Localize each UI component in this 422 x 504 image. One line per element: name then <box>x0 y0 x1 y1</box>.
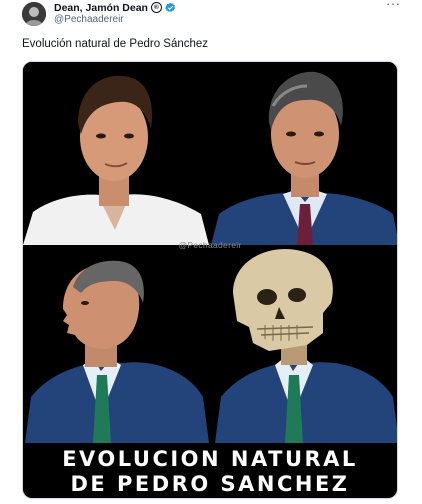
panel-young-portrait <box>23 62 209 245</box>
panel-older-portrait <box>211 62 397 245</box>
caption-line-2: DE PEDRO SANCHEZ <box>70 472 350 496</box>
panel-profile-view <box>23 247 209 443</box>
profile-photo-avatar-icon <box>22 2 46 26</box>
caption-line-1: EVOLUCION NATURAL <box>62 447 358 471</box>
panel-skull-head <box>211 247 397 443</box>
registered-badge-icon: ® <box>150 2 162 13</box>
tweet-text: Evolución natural de Pedro Sánchez <box>22 38 209 50</box>
image-watermark: @Pechaadereir <box>178 240 242 250</box>
author-handle[interactable]: @Pechaadereir <box>54 14 124 25</box>
display-name[interactable]: Dean, Jamón Dean <box>54 2 148 14</box>
more-options-icon[interactable]: ··· <box>386 0 400 10</box>
author-name-row: Dean, Jamón Dean ® <box>54 1 176 14</box>
media-image[interactable]: @Pechaadereir EVOLUCION NATURAL DE PEDRO… <box>22 61 398 499</box>
verified-badge-icon <box>165 2 176 12</box>
avatar[interactable] <box>22 2 46 26</box>
tweet-card: Dean, Jamón Dean ® @Pechaadereir ··· Evo… <box>0 0 422 504</box>
